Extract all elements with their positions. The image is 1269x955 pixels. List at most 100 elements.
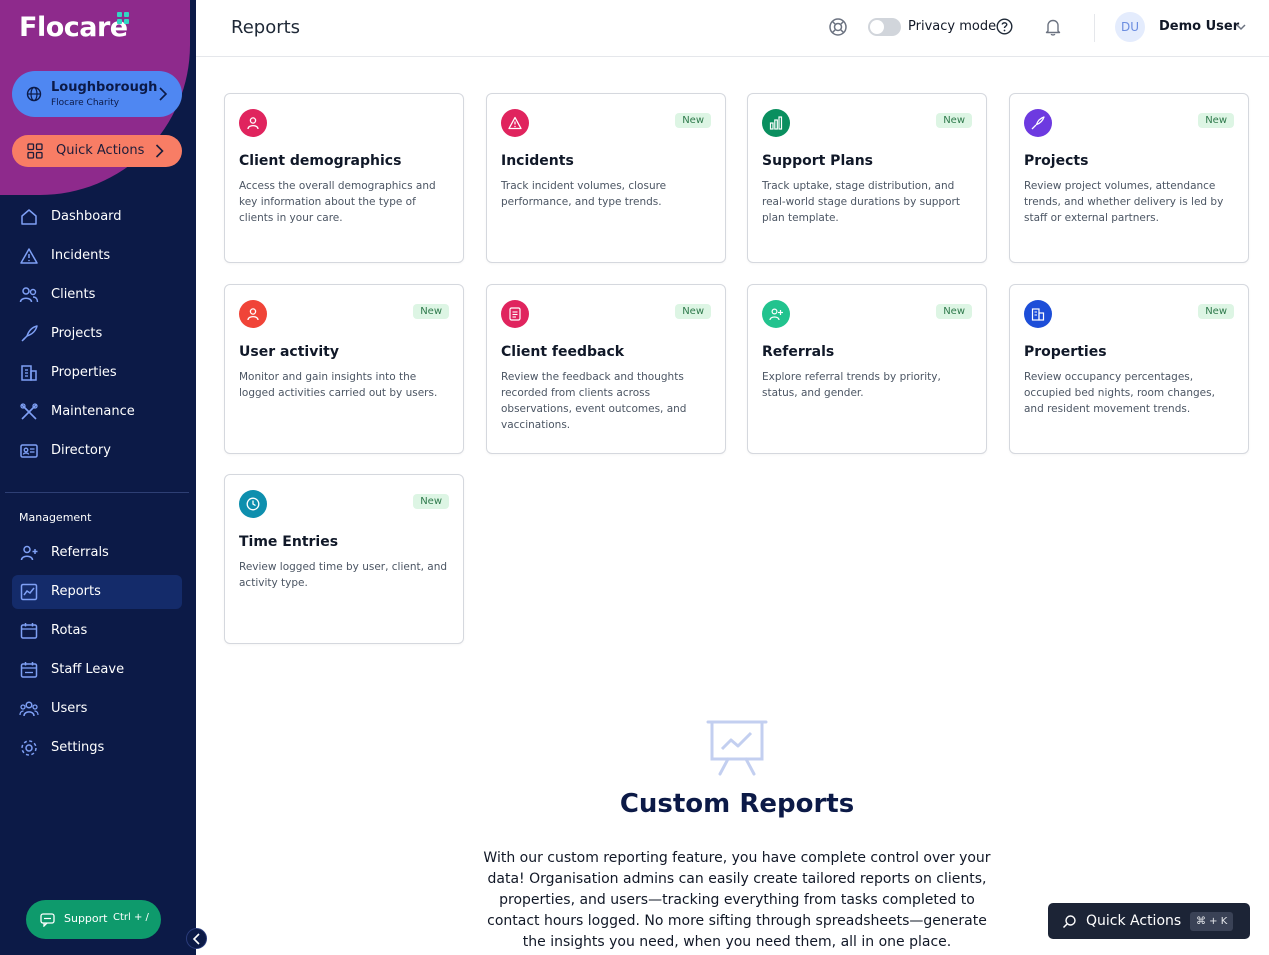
clock-icon	[239, 490, 267, 518]
chevron-left-icon	[192, 933, 200, 945]
card-description: Track uptake, stage distribution, and re…	[762, 180, 960, 224]
card-description: Review the feedback and thoughts recorde…	[501, 371, 687, 431]
card-description: Review project volumes, attendance trend…	[1024, 180, 1224, 224]
privacy-mode-toggle[interactable]	[868, 18, 901, 36]
custom-reports-title: Custom Reports	[619, 789, 855, 819]
sidebar-item-referrals[interactable]: Referrals	[12, 536, 182, 570]
sidebar-item-reports[interactable]: Reports	[12, 575, 182, 609]
search-icon	[1062, 915, 1076, 929]
sidebar-item-maintenance[interactable]: Maintenance	[12, 395, 182, 429]
section-label-management: Management	[19, 511, 92, 524]
calendar-icon	[20, 623, 38, 639]
new-badge: New	[936, 304, 972, 319]
report-card-client-feedback[interactable]: New Client feedback Review the feedback …	[486, 284, 726, 454]
help-circle-icon[interactable]	[996, 18, 1013, 35]
team-icon	[19, 701, 39, 717]
user-plus-icon	[762, 300, 790, 328]
document-icon	[501, 300, 529, 328]
card-description: Access the overall demographics and key …	[239, 180, 436, 224]
home-icon	[21, 209, 37, 225]
user-name[interactable]: Demo User	[1159, 19, 1239, 34]
sidebar-item-clients[interactable]: Clients	[12, 278, 182, 312]
new-badge: New	[675, 304, 711, 319]
report-card-referrals[interactable]: New Referrals Explore referral trends by…	[747, 284, 987, 454]
lifebuoy-icon[interactable]	[828, 17, 848, 37]
quick-actions-label: Quick Actions	[1086, 913, 1182, 929]
sidebar-item-label: Clients	[51, 287, 96, 302]
page-title: Reports	[231, 17, 301, 38]
card-title: Time Entries	[239, 534, 339, 550]
card-title: Client demographics	[239, 153, 402, 169]
sidebar-item-users[interactable]: Users	[12, 692, 182, 726]
sidebar-item-rotas[interactable]: Rotas	[12, 614, 182, 648]
rocket-icon	[21, 325, 38, 342]
new-badge: New	[1198, 113, 1234, 128]
report-card-user-activity[interactable]: New User activity Monitor and gain insig…	[224, 284, 464, 454]
sidebar-item-incidents[interactable]: Incidents	[12, 239, 182, 273]
chat-icon	[40, 913, 55, 927]
report-card-incidents[interactable]: New Incidents Track incident volumes, cl…	[486, 93, 726, 263]
privacy-mode-label: Privacy mode	[908, 19, 997, 34]
card-title: User activity	[239, 344, 339, 360]
card-title: Projects	[1024, 153, 1089, 169]
sidebar: Flocare Loughborough Flocare Charity Qui…	[0, 0, 196, 955]
sidebar-collapse-button[interactable]	[186, 928, 207, 949]
flocare-logo[interactable]: Flocare	[19, 12, 128, 43]
sidebar-item-projects[interactable]: Projects	[12, 317, 182, 351]
warning-icon	[20, 248, 38, 264]
quick-actions-button[interactable]: Quick Actions	[12, 135, 182, 167]
tools-icon	[20, 403, 38, 420]
sidebar-item-directory[interactable]: Directory	[12, 434, 182, 468]
calendar-leave-icon	[20, 662, 38, 678]
card-description: Review occupancy percentages, occupied b…	[1024, 371, 1215, 415]
sidebar-item-label: Maintenance	[51, 404, 135, 419]
grid-icon	[27, 143, 43, 159]
sidebar-item-properties[interactable]: Properties	[12, 356, 182, 390]
sidebar-item-label: Referrals	[51, 545, 109, 560]
sidebar-item-label: Directory	[51, 443, 111, 458]
new-badge: New	[413, 494, 449, 509]
report-card-time-entries[interactable]: New Time Entries Review logged time by u…	[224, 474, 464, 644]
management-nav: Referrals Reports Rotas Staff Leave User…	[12, 536, 182, 770]
user-plus-icon	[20, 545, 38, 561]
card-title: Incidents	[501, 153, 574, 169]
bell-icon[interactable]	[1044, 17, 1062, 37]
users-icon	[19, 287, 39, 303]
building-icon	[1024, 300, 1052, 328]
card-title: Client feedback	[501, 344, 625, 360]
main-nav: Dashboard Incidents Clients Projects Pro…	[12, 200, 182, 473]
chevron-right-icon	[159, 87, 168, 101]
rocket-icon	[1024, 109, 1052, 137]
report-card-properties[interactable]: New Properties Review occupancy percenta…	[1009, 284, 1249, 454]
quick-actions-floating-button[interactable]: Quick Actions ⌘ + K	[1048, 903, 1250, 939]
new-badge: New	[675, 113, 711, 128]
report-card-projects[interactable]: New Projects Review project volumes, att…	[1009, 93, 1249, 263]
gear-icon	[21, 740, 37, 756]
chevron-down-icon[interactable]	[1235, 22, 1247, 32]
org-subtitle: Flocare Charity	[51, 98, 120, 108]
sidebar-item-staff-leave[interactable]: Staff Leave	[12, 653, 182, 687]
org-switcher[interactable]: Loughborough Flocare Charity	[12, 71, 182, 117]
logo-dots	[117, 12, 131, 26]
chart-icon	[20, 583, 38, 601]
nav-divider	[5, 492, 189, 493]
report-card-client-demographics[interactable]: Client demographics Access the overall d…	[224, 93, 464, 263]
sidebar-item-label: Reports	[51, 584, 101, 599]
sidebar-item-label: Settings	[51, 740, 105, 755]
org-name: Loughborough	[51, 80, 158, 95]
support-button[interactable]: Support Ctrl + /	[26, 900, 161, 939]
report-card-support-plans[interactable]: New Support Plans Track uptake, stage di…	[747, 93, 987, 263]
top-header: Reports Privacy mode DU Demo User	[196, 0, 1269, 57]
sidebar-item-settings[interactable]: Settings	[12, 731, 182, 765]
sidebar-item-label: Incidents	[51, 248, 111, 263]
building-icon	[21, 365, 37, 381]
avatar[interactable]: DU	[1115, 12, 1145, 42]
id-card-icon	[20, 444, 38, 458]
keyboard-shortcut: ⌘ + K	[1190, 912, 1234, 931]
card-title: Support Plans	[762, 153, 873, 169]
sidebar-item-label: Properties	[51, 365, 117, 380]
new-badge: New	[1198, 304, 1234, 319]
sidebar-item-label: Staff Leave	[51, 662, 125, 677]
sidebar-item-dashboard[interactable]: Dashboard	[12, 200, 182, 234]
card-title: Properties	[1024, 344, 1107, 360]
